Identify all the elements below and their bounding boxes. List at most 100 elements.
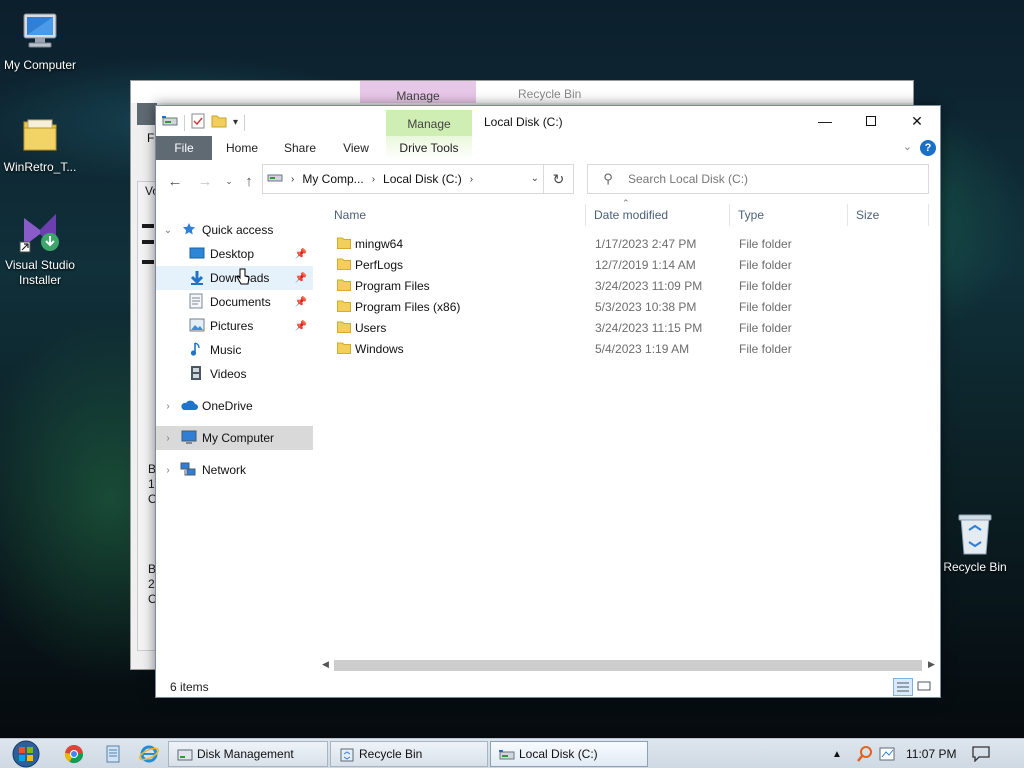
table-row[interactable]: Users 3/24/2023 11:15 PM File folder bbox=[326, 317, 926, 338]
collapsed-chevron-icon[interactable]: › bbox=[162, 433, 174, 444]
table-row[interactable]: mingw64 1/17/2023 2:47 PM File folder bbox=[326, 233, 926, 254]
search-tray-icon[interactable] bbox=[856, 739, 874, 768]
nav-network[interactable]: › Network bbox=[156, 458, 313, 482]
breadcrumb-separator-icon: › bbox=[469, 173, 474, 185]
search-icon: ⚲ bbox=[603, 171, 613, 186]
horizontal-scrollbar[interactable]: ◀ ▶ bbox=[320, 657, 940, 674]
taskbar-local-disk[interactable]: Local Disk (C:) bbox=[490, 741, 648, 767]
nav-documents[interactable]: Documents 📌 bbox=[156, 290, 313, 314]
recycle-bin-icon bbox=[953, 512, 997, 556]
tab-share[interactable]: Share bbox=[276, 136, 324, 160]
nav-label: Documents bbox=[210, 295, 271, 309]
table-row[interactable]: Windows 5/4/2023 1:19 AM File folder bbox=[326, 338, 926, 359]
pin-icon[interactable]: 📌 bbox=[295, 273, 307, 284]
maximize-icon bbox=[866, 116, 876, 126]
back-window-manage-tab[interactable]: Manage bbox=[360, 81, 476, 103]
tab-drive-tools[interactable]: Drive Tools bbox=[386, 136, 472, 160]
show-hidden-icons-button[interactable]: ▲ bbox=[832, 739, 842, 768]
nav-music[interactable]: Music bbox=[156, 338, 313, 362]
back-window-file-tab[interactable] bbox=[137, 103, 157, 125]
pin-icon[interactable]: 📌 bbox=[295, 321, 307, 332]
nav-pictures[interactable]: Pictures 📌 bbox=[156, 314, 313, 338]
address-dropdown-icon[interactable]: ⌄ bbox=[531, 173, 539, 184]
scroll-left-icon[interactable]: ◀ bbox=[322, 659, 329, 670]
file-name: Program Files (x86) bbox=[355, 299, 461, 314]
start-button[interactable] bbox=[6, 739, 46, 768]
help-icon[interactable]: ? bbox=[920, 140, 936, 156]
collapsed-chevron-icon[interactable]: › bbox=[162, 401, 174, 412]
maximize-button[interactable] bbox=[848, 106, 894, 136]
properties-icon[interactable] bbox=[191, 113, 205, 132]
column-type[interactable]: Type bbox=[730, 204, 844, 226]
details-view-button[interactable] bbox=[893, 678, 913, 696]
refresh-button[interactable]: ↻ bbox=[543, 165, 573, 193]
minimize-button[interactable]: — bbox=[802, 106, 848, 136]
nav-label: Videos bbox=[210, 367, 247, 381]
title-bar[interactable]: ▾ Manage Local Disk (C:) — ✕ bbox=[156, 106, 940, 136]
breadcrumb-separator-icon: › bbox=[291, 173, 295, 185]
breadcrumb-local-disk[interactable]: Local Disk (C:) bbox=[383, 172, 462, 186]
scrollbar-thumb[interactable] bbox=[334, 660, 922, 671]
nav-onedrive[interactable]: › OneDrive bbox=[156, 394, 313, 418]
file-name: Users bbox=[355, 320, 387, 335]
nav-label: Music bbox=[210, 343, 242, 357]
nav-desktop[interactable]: Desktop 📌 bbox=[156, 242, 313, 266]
desktop-icon-my-computer[interactable]: My Computer bbox=[0, 10, 80, 73]
up-button[interactable]: ↑ bbox=[238, 170, 260, 192]
table-row[interactable]: Program Files (x86) 5/3/2023 10:38 PM Fi… bbox=[326, 296, 926, 317]
back-button[interactable]: ← bbox=[164, 170, 186, 192]
breadcrumb-my-computer[interactable]: My Comp... bbox=[302, 172, 363, 186]
desktop-icon-visual-studio-installer[interactable]: Visual Studio Installer bbox=[0, 210, 80, 288]
internet-explorer-icon[interactable] bbox=[139, 744, 159, 764]
notifications-icon[interactable] bbox=[972, 739, 990, 768]
table-row[interactable]: PerfLogs 12/7/2019 1:14 AM File folder bbox=[326, 254, 926, 275]
folder-icon bbox=[337, 279, 351, 291]
close-button[interactable]: ✕ bbox=[894, 106, 940, 136]
column-size[interactable]: Size bbox=[848, 204, 928, 226]
nav-label: OneDrive bbox=[202, 399, 253, 413]
tab-file[interactable]: File bbox=[156, 136, 212, 160]
collapsed-chevron-icon[interactable]: › bbox=[162, 465, 174, 476]
taskbar-disk-management[interactable]: Disk Management bbox=[168, 741, 328, 767]
nav-videos[interactable]: Videos bbox=[156, 362, 313, 386]
column-headers: ⌃ Name Date modified Type Size bbox=[326, 198, 932, 226]
nav-label: Quick access bbox=[202, 223, 274, 237]
taskbar-recycle-bin[interactable]: Recycle Bin bbox=[330, 741, 488, 767]
search-input[interactable]: Search Local Disk (C:) bbox=[628, 172, 748, 186]
table-row[interactable]: Program Files 3/24/2023 11:09 PM File fo… bbox=[326, 275, 926, 296]
file-name: mingw64 bbox=[355, 236, 404, 251]
nav-quick-access[interactable]: ⌄ Quick access bbox=[156, 218, 313, 242]
pin-icon[interactable]: 📌 bbox=[295, 249, 307, 260]
recent-locations-button[interactable]: ⌄ bbox=[218, 170, 240, 192]
explorer-window[interactable]: ▾ Manage Local Disk (C:) — ✕ File Home S… bbox=[155, 105, 941, 698]
scroll-right-icon[interactable]: ▶ bbox=[928, 659, 935, 670]
customize-chevron-icon[interactable]: ▾ bbox=[233, 117, 238, 128]
address-bar[interactable]: › My Comp... › Local Disk (C:) › ⌄ ↻ bbox=[262, 164, 574, 194]
column-name[interactable]: Name bbox=[326, 204, 585, 226]
pin-icon[interactable]: 📌 bbox=[295, 297, 307, 308]
expand-ribbon-chevron-icon[interactable]: ⌄ bbox=[903, 140, 912, 153]
action-center-flag-icon[interactable] bbox=[878, 739, 896, 768]
column-date-modified[interactable]: Date modified bbox=[586, 204, 729, 226]
tab-home[interactable]: Home bbox=[218, 136, 266, 160]
notepad-icon[interactable] bbox=[103, 744, 123, 764]
tab-manage[interactable]: Manage bbox=[386, 110, 472, 136]
forward-button[interactable]: → bbox=[194, 170, 216, 192]
folder-icon bbox=[337, 258, 351, 270]
nav-downloads[interactable]: Downloads 📌 bbox=[156, 266, 313, 290]
search-box[interactable]: ⚲ Search Local Disk (C:) bbox=[587, 164, 929, 194]
nav-my-computer[interactable]: › My Computer bbox=[156, 426, 313, 450]
drive-icon bbox=[162, 114, 178, 131]
expanded-chevron-icon[interactable]: ⌄ bbox=[162, 225, 174, 236]
file-type: File folder bbox=[739, 299, 792, 314]
new-folder-icon[interactable] bbox=[211, 114, 227, 131]
large-icons-view-button[interactable] bbox=[915, 678, 935, 696]
chrome-icon[interactable] bbox=[64, 744, 84, 764]
task-label: Local Disk (C:) bbox=[519, 747, 598, 761]
large-icons-view-icon bbox=[917, 681, 931, 691]
desktop-icon-winretro[interactable]: WinRetro_T... bbox=[0, 112, 80, 175]
tab-view[interactable]: View bbox=[332, 136, 380, 160]
back-arrow-icon: ← bbox=[167, 172, 183, 190]
desktop-icon-recycle-bin[interactable]: Recycle Bin bbox=[935, 512, 1015, 575]
clock[interactable]: 11:07 PM bbox=[906, 739, 956, 768]
